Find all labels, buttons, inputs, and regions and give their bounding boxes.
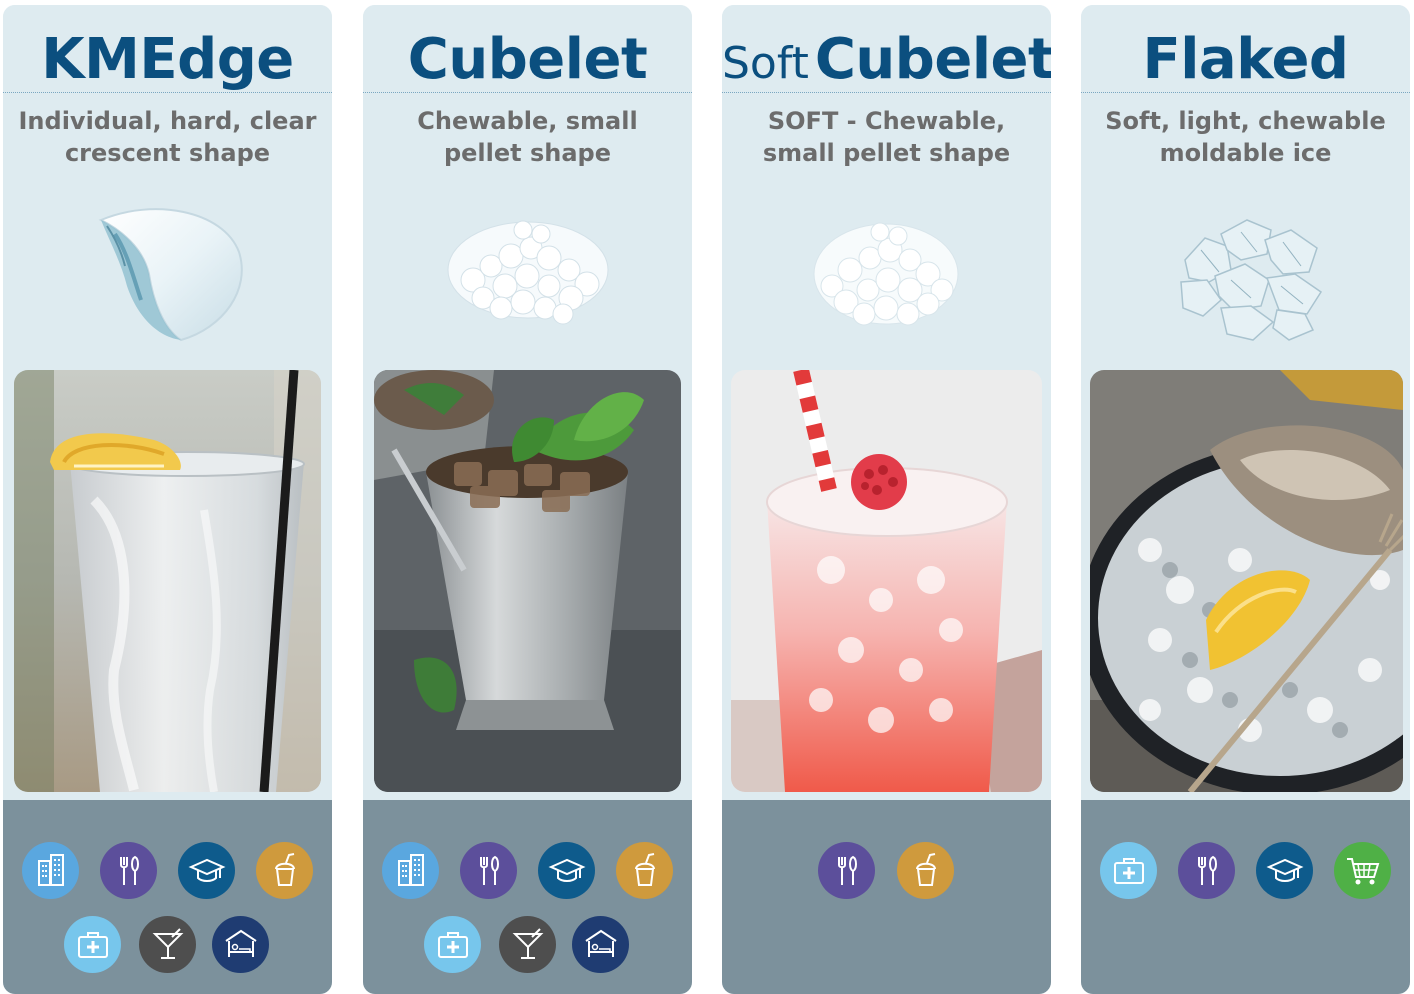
lodging-icon — [212, 916, 269, 973]
education-icon — [178, 842, 235, 899]
mint-julep-photo — [374, 370, 681, 792]
description-line: crescent shape — [64, 139, 271, 167]
building-icon — [382, 842, 439, 899]
segment-icons-panel — [363, 800, 692, 994]
beverage-icon — [256, 842, 313, 899]
beverage-icon — [897, 842, 954, 899]
dotted-divider — [1081, 92, 1410, 93]
building-icon — [22, 842, 79, 899]
education-icon — [538, 842, 595, 899]
shopping-cart-icon — [1334, 842, 1391, 899]
description-line: Chewable, small — [417, 107, 638, 135]
product-description: Individual, hard, clear crescent shape — [13, 105, 322, 169]
crescent-ice-image — [98, 208, 243, 342]
healthcare-icon — [1100, 842, 1157, 899]
cocktail-icon — [499, 916, 556, 973]
healthcare-icon — [64, 916, 121, 973]
beverage-icon — [616, 842, 673, 899]
segment-icons-panel — [722, 800, 1051, 994]
lodging-icon — [572, 916, 629, 973]
product-title: Cubelet — [407, 27, 648, 92]
product-title: KMEdge — [41, 27, 294, 92]
dining-icon — [1178, 842, 1235, 899]
description-line: small pellet shape — [762, 139, 1011, 167]
dining-icon — [818, 842, 875, 899]
product-description: SOFT - Chewable, small pellet shape — [732, 105, 1041, 169]
product-description: Soft, light, chewable moldable ice — [1091, 105, 1400, 169]
dotted-divider — [722, 92, 1051, 93]
water-glass-photo — [14, 370, 321, 792]
dining-icon — [460, 842, 517, 899]
description-line: Soft, light, chewable — [1105, 107, 1386, 135]
education-icon — [1256, 842, 1313, 899]
product-title-main: Cubelet — [814, 27, 1051, 92]
oyster-platter-photo — [1090, 370, 1403, 792]
product-card-soft-cubelet: Soft Cubelet SOFT - Chewable, small pelle… — [722, 5, 1051, 994]
description-line: Individual, hard, clear — [18, 107, 317, 135]
soft-pellet-ice-image — [813, 222, 959, 326]
pellet-ice-image — [447, 220, 609, 325]
dotted-divider — [3, 92, 332, 93]
segment-icons-panel — [3, 800, 332, 994]
healthcare-icon — [424, 916, 481, 973]
dotted-divider — [363, 92, 692, 93]
dining-icon — [100, 842, 157, 899]
product-card-cubelet: Cubelet Chewable, small pellet shape — [363, 5, 692, 994]
description-line: pellet shape — [443, 139, 612, 167]
product-card-kmedge: KMEdge Individual, hard, clear crescent … — [3, 5, 332, 994]
description-line: moldable ice — [1159, 139, 1332, 167]
segment-icons-panel — [1081, 800, 1410, 994]
raspberry-drink-photo — [731, 370, 1042, 792]
description-line: SOFT - Chewable, — [767, 107, 1006, 135]
product-description: Chewable, small pellet shape — [373, 105, 682, 169]
product-title: Soft Cubelet — [722, 27, 1051, 93]
flaked-ice-image — [1180, 219, 1323, 341]
product-card-flaked: Flaked Soft, light, chewable moldable ic… — [1081, 5, 1410, 994]
product-title: Flaked — [1142, 27, 1349, 92]
cocktail-icon — [139, 916, 196, 973]
product-title-prefix: Soft — [722, 38, 809, 89]
